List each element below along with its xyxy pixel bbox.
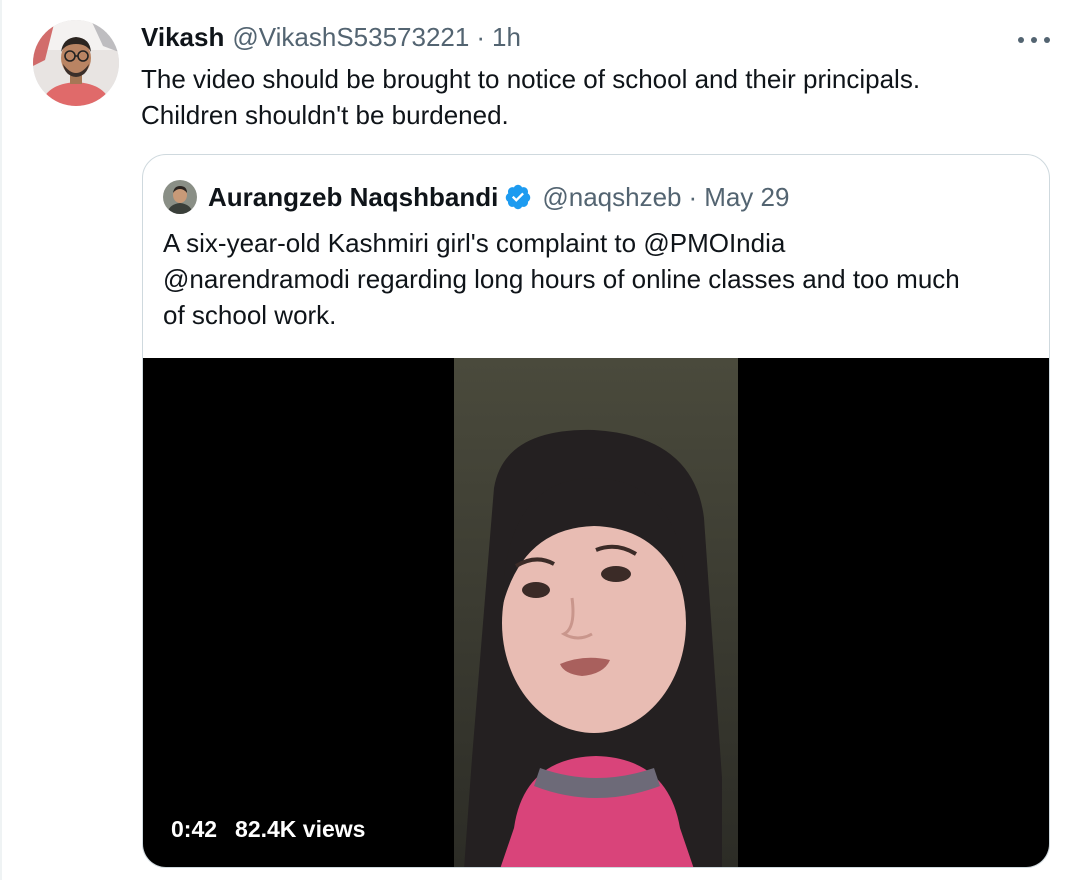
separator: · <box>688 181 698 212</box>
quoted-timestamp[interactable]: May 29 <box>704 182 789 213</box>
quoted-text-line: @narendramodi regarding long hours of on… <box>163 264 960 294</box>
author-name[interactable]: Vikash <box>141 22 224 53</box>
video-thumbnail <box>454 358 738 867</box>
tweet-text-line: Children shouldn't be burdened. <box>141 100 509 130</box>
quoted-tweet[interactable]: Aurangzeb Naqshbandi @naqshzeb · May 29 … <box>142 154 1050 868</box>
author-handle[interactable]: @VikashS53573221 <box>232 22 469 53</box>
separator: · <box>476 22 486 52</box>
quoted-text-line: A six-year-old Kashmiri girl's complaint… <box>163 228 786 258</box>
quoted-author-handle[interactable]: @naqshzeb <box>542 182 681 213</box>
tweet-text-line: The video should be brought to notice of… <box>141 64 921 94</box>
timestamp[interactable]: 1h <box>492 22 521 53</box>
quoted-tweet-header: Aurangzeb Naqshbandi @naqshzeb · May 29 <box>163 179 789 215</box>
video-views: 82.4K views <box>235 816 366 842</box>
tweet[interactable]: Vikash @VikashS53573221 · 1h The video s… <box>0 0 1076 880</box>
avatar[interactable] <box>33 20 119 106</box>
video-duration: 0:42 <box>171 816 218 842</box>
video-player[interactable]: 0:42 82.4K views <box>143 358 1049 867</box>
quoted-tweet-text: A six-year-old Kashmiri girl's complaint… <box>163 225 1033 333</box>
more-horizontal-icon[interactable] <box>1016 28 1052 52</box>
quoted-avatar[interactable] <box>163 180 197 214</box>
tweet-header: Vikash @VikashS53573221 · 1h <box>141 22 521 56</box>
video-meta: 0:42 82.4K views <box>171 816 365 843</box>
quoted-author-name[interactable]: Aurangzeb Naqshbandi <box>208 182 498 213</box>
tweet-text: The video should be brought to notice of… <box>141 61 1041 133</box>
verified-badge-icon <box>506 184 531 210</box>
quoted-text-line: of school work. <box>163 300 337 330</box>
